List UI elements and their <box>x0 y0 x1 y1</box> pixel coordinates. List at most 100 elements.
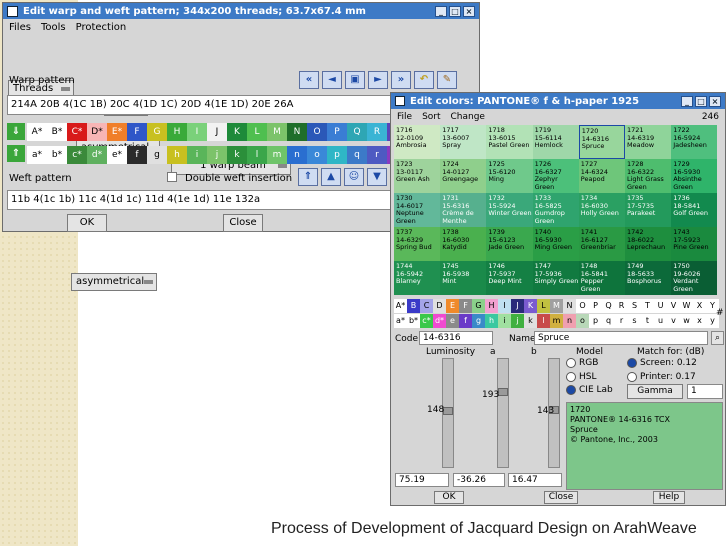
a-slider-thumb[interactable] <box>498 388 508 396</box>
palette-color-cell[interactable]: H <box>485 299 498 313</box>
a-field[interactable]: -36.26 <box>453 473 505 487</box>
name-field[interactable]: Spruce <box>534 331 708 345</box>
palette-color-cell[interactable]: n <box>563 314 576 328</box>
palette-color-cell[interactable]: f <box>127 146 147 164</box>
pantone-swatch[interactable]: 1720 14-6316 Spruce <box>578 125 625 159</box>
menu-file[interactable]: File <box>397 112 412 122</box>
minimize-icon[interactable]: _ <box>681 95 693 107</box>
palette-color-cell[interactable]: C <box>420 299 433 313</box>
double-weft-checkbox[interactable] <box>167 172 177 182</box>
palette-color-cell[interactable]: L <box>537 299 550 313</box>
palette-color-cell[interactable]: T <box>641 299 654 313</box>
palette-color-cell[interactable]: E* <box>107 123 127 141</box>
pantone-swatch[interactable]: 1725 15-6120 Ming <box>486 159 533 193</box>
palette-color-cell[interactable]: k <box>524 314 537 328</box>
pantone-swatch[interactable]: 1733 16-5825 Gumdrop Green <box>532 193 579 227</box>
colors-help-button[interactable]: Help <box>653 491 685 504</box>
palette-color-cell[interactable]: m <box>267 146 287 164</box>
palette-color-cell[interactable]: i <box>187 146 207 164</box>
palette-color-cell[interactable]: p <box>589 314 602 328</box>
palette-color-cell[interactable]: g <box>147 146 167 164</box>
palette-color-cell[interactable]: A* <box>27 123 47 141</box>
close-icon[interactable]: × <box>463 5 475 17</box>
palette-color-cell[interactable]: x <box>693 314 706 328</box>
palette-color-cell[interactable]: u <box>654 314 667 328</box>
menu-files[interactable]: Files <box>9 22 31 33</box>
move-up-icon[interactable]: ⇑ <box>298 168 318 186</box>
brush-icon[interactable]: ✎ <box>437 71 457 89</box>
pantone-swatch[interactable]: 1737 14-6329 Spring Bud <box>394 227 441 261</box>
match-printer-option[interactable]: Printer: 0.17 <box>627 372 696 382</box>
palette-color-cell[interactable]: M <box>267 123 287 141</box>
palette-color-cell[interactable]: K <box>227 123 247 141</box>
palette-color-cell[interactable]: J <box>511 299 524 313</box>
palette-color-cell[interactable]: J <box>207 123 227 141</box>
colors-close-button[interactable]: Close <box>544 491 578 504</box>
palette-color-cell[interactable]: U <box>654 299 667 313</box>
palette-color-cell[interactable]: X <box>693 299 706 313</box>
pantone-swatch[interactable]: 1734 16-6030 Holly Green <box>578 193 625 227</box>
palette-color-cell[interactable]: b* <box>407 314 420 328</box>
arrow-left-icon[interactable]: ◄ <box>322 71 342 89</box>
warp-arrow-down-icon[interactable]: ⇓ <box>7 123 25 140</box>
palette-color-cell[interactable]: F <box>127 123 147 141</box>
b-field[interactable]: 16.47 <box>508 473 562 487</box>
palette-color-cell[interactable]: m <box>550 314 563 328</box>
palette-color-cell[interactable]: r <box>615 314 628 328</box>
match-screen-option[interactable]: Screen: 0.12 <box>627 358 697 368</box>
maximize-icon[interactable]: □ <box>449 5 461 17</box>
pantone-swatch[interactable]: 1736 18-5841 Golf Green <box>671 193 718 227</box>
palette-color-cell[interactable]: P <box>327 123 347 141</box>
warp-close-button[interactable]: Close <box>223 214 263 232</box>
pantone-swatch[interactable]: 1743 17-5923 Pine Green <box>671 227 718 261</box>
pantone-swatch[interactable]: 1750 19-6026 Verdant Green <box>671 261 718 295</box>
person-icon[interactable]: ☺ <box>344 168 364 186</box>
palette-color-cell[interactable]: d* <box>433 314 446 328</box>
pantone-swatch[interactable]: 1744 16-5942 Blarney <box>394 261 441 295</box>
palette-color-cell[interactable]: g <box>472 314 485 328</box>
warp-window-titlebar[interactable]: Edit warp and weft pattern; 344x200 thre… <box>3 3 479 19</box>
palette-color-cell[interactable]: l <box>537 314 550 328</box>
pantone-swatch[interactable]: 1722 16-5924 Jadesheen <box>671 125 718 159</box>
palette-color-cell[interactable]: D <box>433 299 446 313</box>
palette-color-cell[interactable]: N <box>563 299 576 313</box>
minimize-icon[interactable]: _ <box>435 5 447 17</box>
palette-color-cell[interactable]: h <box>485 314 498 328</box>
palette-color-cell[interactable]: c* <box>67 146 87 164</box>
pantone-swatch[interactable]: 1739 15-6123 Jade Green <box>486 227 533 261</box>
pantone-swatch[interactable]: 1735 17-5735 Parakeet <box>625 193 672 227</box>
model-hsl-option[interactable]: HSL <box>566 372 597 382</box>
palette-color-cell[interactable]: A* <box>394 299 407 313</box>
palette-color-cell[interactable]: k <box>227 146 247 164</box>
arrow-right-icon[interactable]: ► <box>368 71 388 89</box>
palette-color-cell[interactable]: H <box>167 123 187 141</box>
colors-window-titlebar[interactable]: Edit colors: PANTONE® f & h-paper 1925 _… <box>391 93 725 109</box>
pantone-swatch[interactable]: 1731 15-6316 Crème de Menthe <box>440 193 487 227</box>
palette-color-cell[interactable]: h <box>167 146 187 164</box>
palette-color-cell[interactable]: v <box>667 314 680 328</box>
palette-color-cell[interactable]: D* <box>87 123 107 141</box>
model-rgb-option[interactable]: RGB <box>566 358 598 368</box>
pantone-swatch[interactable]: 1741 16-6127 Greenbriar <box>578 227 625 261</box>
palette-color-cell[interactable]: w <box>680 314 693 328</box>
warp-ok-button[interactable]: OK <box>67 214 107 232</box>
pantone-swatch[interactable]: 1721 14-6319 Meadow <box>625 125 672 159</box>
gamma-field[interactable]: 1 <box>687 384 723 399</box>
palette-color-cell[interactable]: N <box>287 123 307 141</box>
palette-color-cell[interactable]: I <box>498 299 511 313</box>
palette-color-cell[interactable]: e <box>446 314 459 328</box>
palette-color-cell[interactable]: K <box>524 299 537 313</box>
frame-icon[interactable]: ▣ <box>345 71 365 89</box>
palette-color-cell[interactable]: E <box>446 299 459 313</box>
pantone-swatch[interactable]: 1723 13-0117 Green Ash <box>394 159 441 193</box>
colors-ok-button[interactable]: OK <box>434 491 464 504</box>
palette-color-cell[interactable]: B <box>407 299 420 313</box>
close-icon[interactable]: × <box>709 95 721 107</box>
palette-color-cell[interactable]: e* <box>107 146 127 164</box>
menu-protection[interactable]: Protection <box>76 22 127 33</box>
pantone-swatch[interactable]: 1718 13-6015 Pastel Green <box>486 125 533 159</box>
palette-color-cell[interactable]: V <box>667 299 680 313</box>
palette-color-cell[interactable]: p <box>327 146 347 164</box>
palette-color-cell[interactable]: B* <box>47 123 67 141</box>
palette-color-cell[interactable]: P <box>589 299 602 313</box>
